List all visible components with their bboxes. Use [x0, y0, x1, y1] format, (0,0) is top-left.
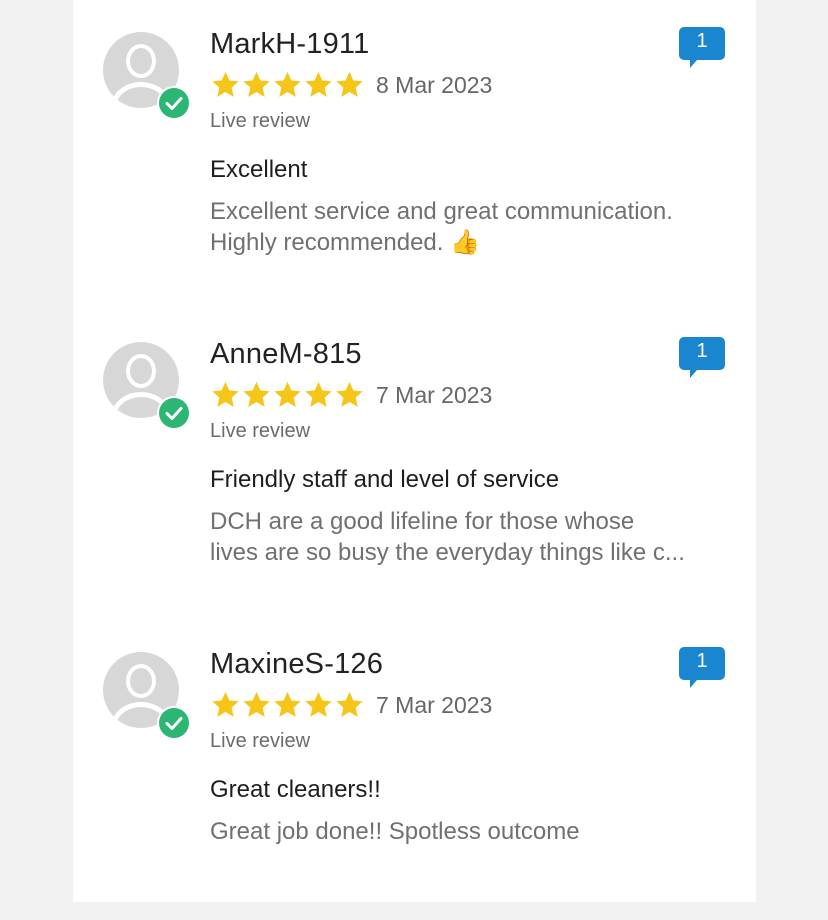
star-rating — [210, 690, 365, 720]
star-icon — [305, 381, 332, 407]
review-body: Excellent service and great communicatio… — [210, 196, 750, 258]
review-item[interactable]: MaxineS-126 7 Mar 2023 Live review Great… — [73, 620, 756, 920]
review-date: 8 Mar 2023 — [376, 72, 493, 98]
star-icon — [212, 71, 239, 97]
comment-bubble-icon — [679, 27, 725, 68]
check-circle-icon — [157, 706, 191, 740]
star-icon — [212, 691, 239, 717]
review-title: Great cleaners!! — [210, 776, 381, 803]
review-body-line: Excellent service and great communicatio… — [210, 198, 673, 225]
comment-bubble-icon — [679, 647, 725, 688]
comment-bubble-icon — [679, 337, 725, 378]
avatar — [103, 342, 191, 430]
review-body: DCH are a good lifeline for those whose … — [210, 506, 750, 568]
comment-button[interactable]: 1 — [679, 26, 727, 70]
review-status: Live review — [210, 110, 311, 132]
review-body-line: lives are so busy the everyday things li… — [210, 539, 685, 566]
review-status: Live review — [210, 730, 311, 752]
star-icon — [305, 691, 332, 717]
reviewer-name[interactable]: AnneM-815 — [210, 338, 362, 371]
star-icon — [336, 71, 363, 97]
star-icon — [274, 691, 301, 717]
star-icon — [243, 691, 270, 717]
comment-button[interactable]: 1 — [679, 646, 727, 690]
review-date: 7 Mar 2023 — [376, 692, 493, 718]
check-circle-icon — [157, 396, 191, 430]
star-rating — [210, 70, 365, 100]
comment-button[interactable]: 1 — [679, 336, 727, 380]
reviewer-name[interactable]: MarkH-1911 — [210, 28, 369, 61]
check-circle-icon — [157, 86, 191, 120]
review-body-line: DCH are a good lifeline for those whose — [210, 508, 635, 535]
star-icon — [274, 71, 301, 97]
star-icon — [336, 381, 363, 407]
star-rating — [210, 380, 365, 410]
reviewer-name[interactable]: MaxineS-126 — [210, 648, 383, 681]
review-body: Great job done!! Spotless outcome — [210, 816, 750, 847]
avatar — [103, 32, 191, 120]
review-item[interactable]: AnneM-815 7 Mar 2023 Live review Friendl… — [73, 310, 756, 610]
star-icon — [243, 71, 270, 97]
review-body-line: Highly recommended. 👍 — [210, 229, 480, 256]
review-title: Excellent — [210, 156, 308, 183]
star-icon — [243, 381, 270, 407]
star-icon — [212, 381, 239, 407]
reviews-card: MarkH-1911 8 Mar 2023 Live review Excell… — [73, 0, 756, 902]
review-title: Friendly staff and level of service — [210, 466, 560, 493]
review-date: 7 Mar 2023 — [376, 382, 493, 408]
avatar — [103, 652, 191, 740]
star-icon — [305, 71, 332, 97]
star-icon — [274, 381, 301, 407]
review-body-line: Great job done!! Spotless outcome — [210, 818, 580, 845]
review-status: Live review — [210, 420, 311, 442]
star-icon — [336, 691, 363, 717]
review-item[interactable]: MarkH-1911 8 Mar 2023 Live review Excell… — [73, 0, 756, 300]
